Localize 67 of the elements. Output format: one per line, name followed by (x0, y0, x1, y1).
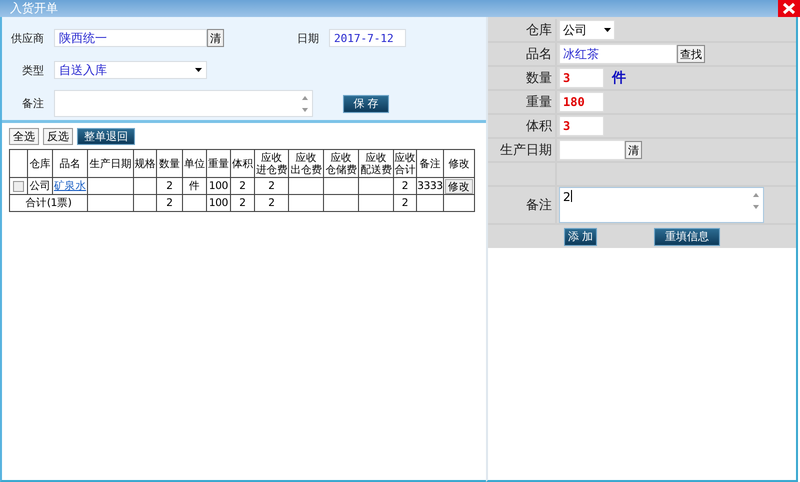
clear-button[interactable]: 清 (625, 141, 642, 159)
table-cell: 2 (239, 197, 246, 209)
remark-field[interactable] (54, 90, 313, 117)
save-button[interactable]: 保 存 (343, 94, 389, 112)
field-label: 备注 (526, 197, 552, 214)
column-header: 仓库 (30, 158, 50, 170)
table-cell: 100 (208, 180, 228, 192)
field-label: 仓库 (526, 22, 552, 39)
table-cell: 2 (268, 197, 275, 209)
column-header: 品名 (60, 158, 80, 170)
toolbar-button[interactable]: 反选 (43, 128, 73, 145)
column-header: 规格 (134, 158, 156, 170)
column-header: 体积 (232, 158, 253, 170)
column-header: 单位 (184, 158, 205, 170)
edit-button[interactable]: 修改 (445, 178, 473, 194)
type-dropdown[interactable]: 自送入库 (54, 61, 207, 79)
unit-label: 件 (612, 69, 626, 87)
remark-field[interactable]: 2 (559, 187, 764, 223)
field-label: 日期 (296, 30, 319, 46)
date-field[interactable] (559, 140, 625, 160)
column-header: 生产日期 (90, 158, 132, 170)
table-cell: 3333 (418, 180, 442, 192)
column-header: 备注 (420, 158, 440, 170)
field-label: 供应商 (10, 30, 44, 46)
total-label: 合计(1票) (25, 197, 72, 209)
number-field[interactable]: 3 (559, 116, 604, 136)
search-button[interactable]: 查找 (677, 45, 705, 63)
table-cell: 2 (166, 197, 173, 209)
clear-button[interactable]: 清 (207, 29, 224, 47)
table-cell: 2 (402, 180, 408, 192)
field-label: 类型 (21, 62, 44, 78)
field-label: 备注 (21, 96, 44, 111)
product-field[interactable]: 冰红茶 (559, 44, 677, 64)
field-label: 生产日期 (500, 142, 552, 159)
field-label: 体积 (526, 118, 552, 135)
column-header: 应收合计 (394, 152, 416, 176)
number-field[interactable]: 3 (559, 68, 604, 88)
field-label: 数量 (526, 70, 552, 87)
field-label: 重量 (526, 94, 552, 111)
date-field[interactable]: 2017-7-12 (329, 29, 406, 47)
supplier-field[interactable]: 陕西统一 (54, 29, 207, 47)
column-header: 应收仓储费 (325, 152, 357, 176)
table-cell: 件 (189, 180, 200, 192)
table-cell: 公司 (29, 180, 51, 192)
column-header: 修改 (448, 158, 470, 170)
caret-icon (604, 28, 611, 32)
table-cell: 2 (402, 197, 408, 209)
toolbar-button[interactable]: 全选 (9, 128, 39, 145)
reset-button[interactable]: 重填信息 (654, 228, 720, 246)
column-header: 应收配送费 (360, 152, 392, 176)
table-cell: 2 (166, 180, 173, 192)
number-field[interactable]: 180 (559, 92, 604, 112)
table-cell: 2 (268, 180, 275, 192)
column-header: 数量 (159, 158, 180, 170)
warehouse-dropdown[interactable]: 公司 (559, 20, 615, 40)
caret-icon (195, 68, 202, 72)
table-cell: 100 (208, 197, 228, 209)
window-title: 入货开单 (10, 0, 58, 17)
column-header: 应收进仓费 (256, 152, 288, 176)
add-button[interactable]: 添 加 (564, 228, 597, 246)
row-checkbox[interactable] (13, 180, 24, 192)
column-header: 应收出仓费 (290, 152, 322, 176)
table-cell: 2 (239, 180, 246, 192)
return-order-button[interactable]: 整单退回 (77, 128, 135, 145)
column-header: 重量 (208, 158, 229, 170)
close-button[interactable] (778, 0, 800, 17)
field-label: 品名 (526, 46, 552, 63)
